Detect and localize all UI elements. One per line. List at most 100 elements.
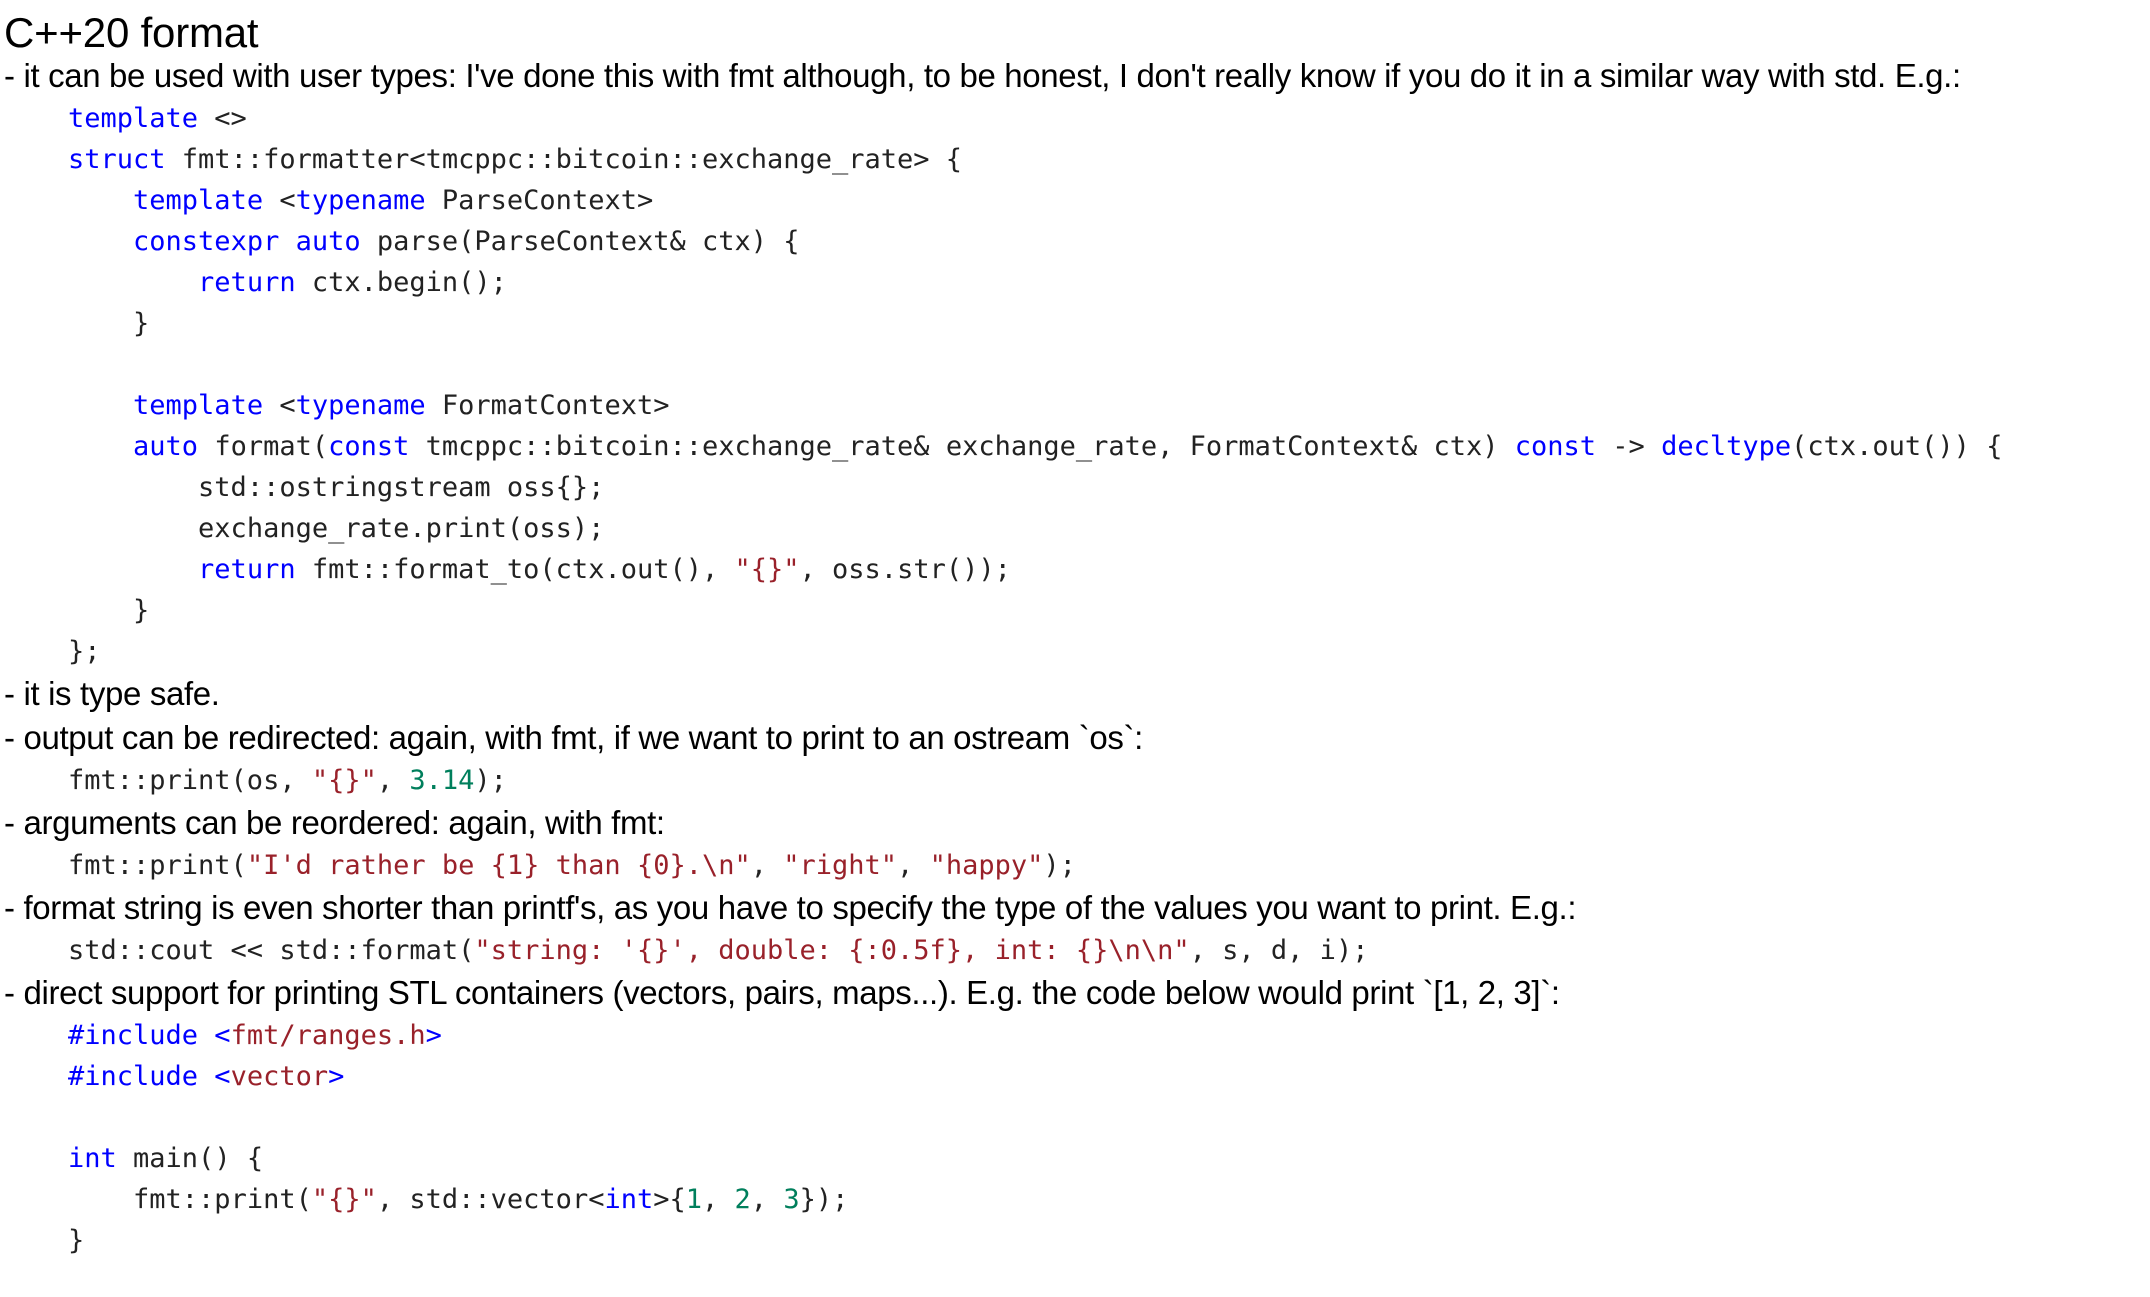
code-token-kw: template [68, 103, 199, 134]
code-token-str: "{}" [734, 554, 800, 585]
code-line: return fmt::format_to(ctx.out(), "{}", o… [4, 549, 2150, 590]
code-token-kw: < [198, 1020, 231, 1051]
code-token-kw: return [198, 554, 296, 585]
slide-body: - it can be used with user types: I've d… [0, 54, 2150, 1261]
code-line: return ctx.begin(); [4, 262, 2150, 303]
code-token-plain: , oss.str()); [799, 554, 1011, 585]
code-token-plain: , [750, 1184, 784, 1215]
code-line: template <typename FormatContext> [4, 385, 2150, 426]
code-line: struct fmt::formatter<tmcppc::bitcoin::e… [4, 139, 2150, 180]
code-token-plain: ParseContext> [425, 185, 654, 216]
code-token-num: 1 [685, 1184, 703, 1215]
code-token-kw: < [198, 1061, 231, 1092]
code-token-plain: exchange_rate.print(oss); [198, 513, 605, 544]
code-token-kw: decltype [1661, 431, 1792, 462]
code-token-str: "right" [783, 850, 898, 881]
code-token-kw: template [133, 185, 264, 216]
code-line: } [4, 590, 2150, 631]
code-token-num: 3 [783, 1184, 800, 1215]
code-line: fmt::print(os, "{}", 3.14); [4, 760, 2150, 801]
code-token-kw: auto [295, 226, 361, 257]
code-token-kw: struct [68, 144, 166, 175]
code-token-plain: main() { [116, 1143, 264, 1174]
code-token-kw: return [198, 267, 296, 298]
code-line: int main() { [4, 1138, 2150, 1179]
code-token-plain: tmcppc::bitcoin::exchange_rate& exchange… [409, 431, 1515, 462]
code-token-kw: int [68, 1143, 117, 1174]
code-token-plain: , [702, 1184, 735, 1215]
code-token-plain: fmt::formatter<tmcppc::bitcoin::exchange… [165, 144, 963, 175]
code-line: #include <vector> [4, 1056, 2150, 1097]
code-token-plain: , s, d, i); [1189, 935, 1369, 966]
code-token-plain: , std::vector< [376, 1184, 605, 1215]
code-token-kw: constexpr [133, 226, 280, 257]
code-token-str: "{}" [311, 765, 377, 796]
bullet-line: - format string is even shorter than pri… [4, 889, 1577, 926]
code-token-plain: }); [799, 1184, 849, 1215]
code-token-kw: auto [133, 431, 199, 462]
code-token-plain: <> [198, 103, 247, 134]
bullet-line: - direct support for printing STL contai… [4, 974, 1560, 1011]
page-title: C++20 format [4, 9, 259, 56]
code-token-plain: std::ostringstream oss{}; [198, 472, 605, 503]
code-token-plain: ); [474, 765, 507, 796]
code-line: } [4, 1220, 2150, 1261]
code-line: constexpr auto parse(ParseContext& ctx) … [4, 221, 2150, 262]
code-token-plain: fmt::print( [133, 1184, 312, 1215]
code-token-plain: } [68, 1225, 85, 1256]
code-token-plain: FormatContext> [425, 390, 670, 421]
code-line: fmt::print("{}", std::vector<int>{1, 2, … [4, 1179, 2150, 1220]
code-token-num: 3.14 [409, 765, 475, 796]
code-token-kw: const [1514, 431, 1597, 462]
code-line: }; [4, 631, 2150, 672]
code-line: std::cout << std::format("string: '{}', … [4, 930, 2150, 971]
code-token-plain: , [750, 850, 784, 881]
bullet-line: - arguments can be reordered: again, wit… [4, 804, 665, 841]
code-token-pp: #include [68, 1020, 199, 1051]
code-token-kw: typename [295, 185, 426, 216]
code-token-plain: format( [198, 431, 329, 462]
code-line: #include <fmt/ranges.h> [4, 1015, 2150, 1056]
code-token-plain: < [263, 185, 296, 216]
code-token-str: "string: '{}', double: {:0.5f}, int: {}\… [474, 935, 1190, 966]
slide-page: C++20 format - it can be used with user … [0, 0, 2150, 1297]
code-token-plain: fmt::format_to(ctx.out(), [295, 554, 735, 585]
code-line: auto format( const tmcppc::bitcoin::excha… [4, 426, 2150, 467]
code-token-plain: }; [68, 636, 101, 667]
code-token-plain: (ctx.out()) { [1791, 431, 2003, 462]
code-token-plain: , [376, 765, 410, 796]
bullet-line: - output can be redirected: again, with … [4, 719, 1143, 756]
bullet-line: - it can be used with user types: I've d… [4, 57, 1961, 94]
code-token-plain: ctx.begin(); [295, 267, 507, 298]
code-line: template <typename ParseContext> [4, 180, 2150, 221]
code-token-kw: > [425, 1020, 442, 1051]
code-token-plain: std::cout << std::format( [68, 935, 475, 966]
code-token-kw: > [328, 1061, 345, 1092]
code-token-plain: < [263, 390, 296, 421]
code-token-hdr: vector [230, 1061, 329, 1092]
code-token-plain: fmt::print( [68, 850, 247, 881]
code-line: exchange_rate.print(oss); [4, 508, 2150, 549]
code-line: template <> [4, 98, 2150, 139]
code-token-kw: typename [295, 390, 426, 421]
code-line: fmt::print("I'd rather be {1} than {0}.\… [4, 845, 2150, 886]
code-token-plain: parse(ParseContext& ctx) { [360, 226, 800, 257]
code-token-str: "I'd rather be {1} than {0}.\n" [246, 850, 751, 881]
code-token-plain: ); [1043, 850, 1076, 881]
code-token-plain: -> [1596, 431, 1662, 462]
code-token-plain: >{ [653, 1184, 686, 1215]
code-token-plain: } [133, 308, 150, 339]
